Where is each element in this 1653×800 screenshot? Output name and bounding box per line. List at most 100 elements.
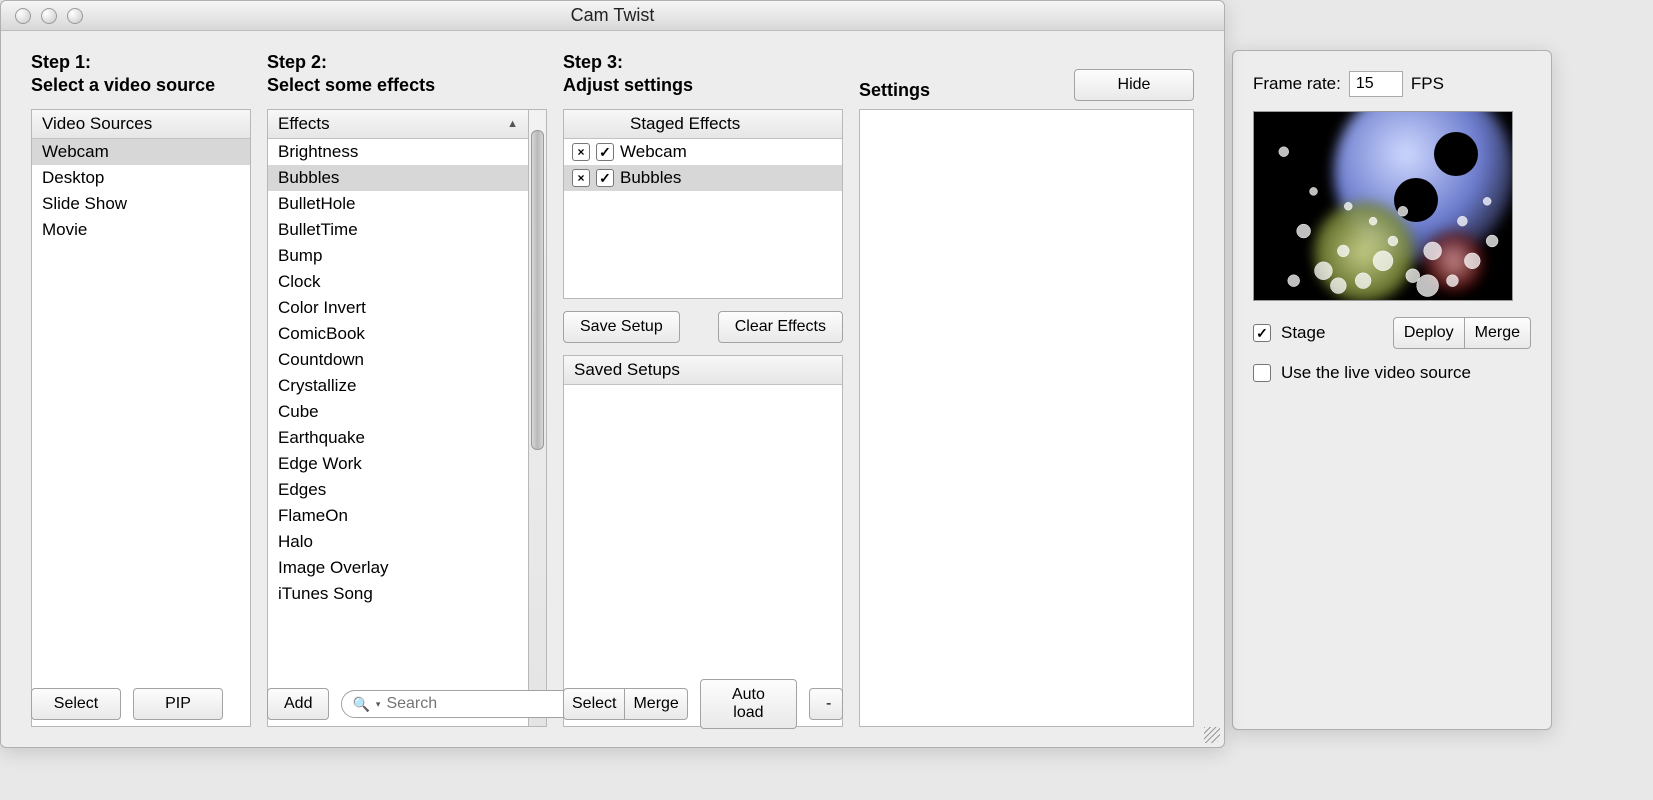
staged-enabled-checkbox[interactable] bbox=[596, 169, 614, 187]
video-source-item[interactable]: Slide Show bbox=[32, 191, 250, 217]
step1-column: Step 1: Select a video source Video Sour… bbox=[31, 51, 251, 727]
effect-item[interactable]: BulletHole bbox=[268, 191, 528, 217]
setup-select-button[interactable]: Select bbox=[563, 688, 625, 720]
minimize-icon[interactable] bbox=[41, 8, 57, 24]
video-sources-list[interactable]: Video Sources WebcamDesktopSlide ShowMov… bbox=[31, 109, 251, 727]
effects-list[interactable]: Effects ▲ BrightnessBubblesBulletHoleBul… bbox=[267, 109, 529, 727]
settings-column: Settings Hide bbox=[859, 51, 1194, 727]
search-menu-icon[interactable]: ▾ bbox=[376, 699, 381, 710]
saved-setups-header-label: Saved Setups bbox=[574, 360, 680, 379]
settings-panel bbox=[859, 109, 1194, 727]
main-window: Cam Twist Step 1: Select a video source … bbox=[0, 0, 1225, 748]
window-controls bbox=[1, 8, 83, 24]
frame-rate-row: Frame rate: FPS bbox=[1253, 71, 1531, 97]
step2-column: Step 2: Select some effects Effects ▲ Br… bbox=[267, 51, 547, 727]
video-source-item[interactable]: Webcam bbox=[32, 139, 250, 165]
staged-buttons: Save Setup Clear Effects bbox=[563, 311, 843, 343]
live-source-row: Use the live video source bbox=[1253, 363, 1531, 383]
step2-heading-line2: Select some effects bbox=[267, 74, 547, 97]
remove-staged-icon[interactable]: × bbox=[572, 169, 590, 187]
stage-label: Stage bbox=[1281, 323, 1325, 343]
add-effect-button[interactable]: Add bbox=[267, 688, 329, 720]
settings-heading-row: Settings Hide bbox=[859, 51, 1194, 101]
saved-setups-header[interactable]: Saved Setups bbox=[564, 356, 842, 385]
staged-effects-header-label: Staged Effects bbox=[630, 114, 740, 134]
autoload-button[interactable]: Auto load bbox=[700, 679, 797, 729]
video-sources-header[interactable]: Video Sources bbox=[32, 110, 250, 139]
video-source-item[interactable]: Movie bbox=[32, 217, 250, 243]
effect-item[interactable]: Earthquake bbox=[268, 425, 528, 451]
effect-item[interactable]: BulletTime bbox=[268, 217, 528, 243]
effect-item[interactable]: Color Invert bbox=[268, 295, 528, 321]
clear-effects-button[interactable]: Clear Effects bbox=[718, 311, 843, 343]
deploy-button[interactable]: Deploy bbox=[1393, 317, 1465, 349]
staged-effect-row[interactable]: × Bubbles bbox=[564, 165, 842, 191]
effect-item[interactable]: Countdown bbox=[268, 347, 528, 373]
sort-ascending-icon[interactable]: ▲ bbox=[507, 118, 518, 130]
pip-button[interactable]: PIP bbox=[133, 688, 223, 720]
effect-item[interactable]: FlameOn bbox=[268, 503, 528, 529]
saved-setups-list[interactable]: Saved Setups bbox=[563, 355, 843, 727]
effects-scrollbar[interactable]: ▲ ▼ bbox=[529, 109, 547, 727]
live-source-label: Use the live video source bbox=[1281, 363, 1471, 383]
select-source-button[interactable]: Select bbox=[31, 688, 121, 720]
effect-item[interactable]: Image Overlay bbox=[268, 555, 528, 581]
live-source-checkbox[interactable] bbox=[1253, 364, 1271, 382]
hide-button[interactable]: Hide bbox=[1074, 69, 1194, 101]
step1-heading-line2: Select a video source bbox=[31, 74, 251, 97]
effect-item[interactable]: iTunes Song bbox=[268, 581, 528, 607]
preview-merge-button[interactable]: Merge bbox=[1465, 317, 1531, 349]
effect-item[interactable]: Brightness bbox=[268, 139, 528, 165]
step1-heading-line1: Step 1: bbox=[31, 51, 251, 74]
remove-setup-button[interactable]: - bbox=[809, 688, 843, 720]
staged-enabled-checkbox[interactable] bbox=[596, 143, 614, 161]
step3-heading-line1: Step 3: bbox=[563, 51, 843, 74]
step3-column: Step 3: Adjust settings Staged Effects ×… bbox=[563, 51, 843, 727]
stage-controls: Stage Deploy Merge bbox=[1253, 317, 1531, 349]
step3-heading-line2: Adjust settings bbox=[563, 74, 843, 97]
effect-item[interactable]: Edge Work bbox=[268, 451, 528, 477]
frame-rate-input[interactable] bbox=[1349, 71, 1403, 97]
video-preview bbox=[1253, 111, 1513, 301]
bubbles-overlay-icon bbox=[1254, 112, 1512, 301]
stage-checkbox[interactable] bbox=[1253, 324, 1271, 342]
staged-effects-header[interactable]: Staged Effects bbox=[564, 110, 842, 139]
preview-window: Frame rate: FPS Stage Deploy Merge bbox=[1232, 50, 1552, 730]
search-icon: 🔍 bbox=[352, 696, 369, 713]
resize-grip[interactable] bbox=[1204, 727, 1220, 743]
close-icon[interactable] bbox=[15, 8, 31, 24]
effect-item[interactable]: Edges bbox=[268, 477, 528, 503]
effect-item[interactable]: Clock bbox=[268, 269, 528, 295]
fps-label: FPS bbox=[1411, 74, 1444, 94]
frame-rate-label: Frame rate: bbox=[1253, 74, 1341, 94]
effect-item[interactable]: Cube bbox=[268, 399, 528, 425]
video-source-item[interactable]: Desktop bbox=[32, 165, 250, 191]
effect-item[interactable]: ComicBook bbox=[268, 321, 528, 347]
content: Step 1: Select a video source Video Sour… bbox=[1, 31, 1224, 747]
effects-header-label: Effects bbox=[278, 114, 330, 134]
zoom-icon[interactable] bbox=[67, 8, 83, 24]
effect-item[interactable]: Bump bbox=[268, 243, 528, 269]
effect-item[interactable]: Halo bbox=[268, 529, 528, 555]
window-title: Cam Twist bbox=[1, 5, 1224, 26]
effect-item[interactable]: Crystallize bbox=[268, 373, 528, 399]
deploy-merge-segment: Deploy Merge bbox=[1393, 317, 1531, 349]
staged-effects-list[interactable]: Staged Effects × Webcam × Bubbles bbox=[563, 109, 843, 299]
setup-merge-button[interactable]: Merge bbox=[625, 688, 687, 720]
staged-effect-label: Webcam bbox=[620, 142, 687, 162]
titlebar: Cam Twist bbox=[1, 1, 1224, 31]
step2-heading: Step 2: Select some effects bbox=[267, 51, 547, 101]
step2-heading-line1: Step 2: bbox=[267, 51, 547, 74]
save-setup-button[interactable]: Save Setup bbox=[563, 311, 680, 343]
step3-heading: Step 3: Adjust settings bbox=[563, 51, 843, 101]
scrollbar-thumb[interactable] bbox=[531, 130, 544, 450]
bottom-bar: Select PIP Add 🔍 ▾ Select Merge Auto loa… bbox=[31, 679, 1194, 729]
remove-staged-icon[interactable]: × bbox=[572, 143, 590, 161]
step1-heading: Step 1: Select a video source bbox=[31, 51, 251, 101]
video-sources-header-label: Video Sources bbox=[42, 114, 152, 134]
effect-item[interactable]: Bubbles bbox=[268, 165, 528, 191]
staged-effect-row[interactable]: × Webcam bbox=[564, 139, 842, 165]
effects-header[interactable]: Effects ▲ bbox=[268, 110, 528, 139]
staged-effect-label: Bubbles bbox=[620, 168, 681, 188]
settings-heading: Settings bbox=[859, 80, 930, 101]
